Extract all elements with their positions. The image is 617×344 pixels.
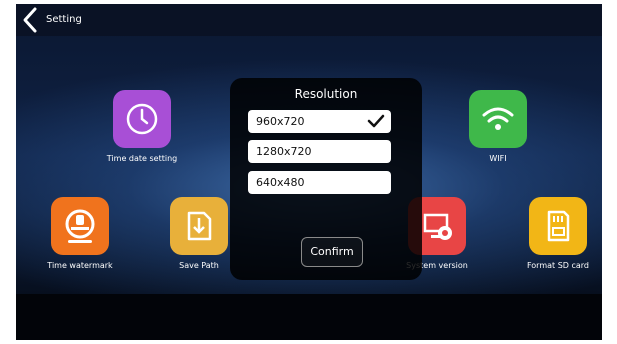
wifi-app[interactable]: WIFI [458, 90, 538, 163]
stamp-icon [65, 209, 95, 243]
wifi-icon [482, 107, 514, 130]
resolution-option-640x480[interactable]: 640x480 [248, 171, 391, 194]
format-sd-card-tile[interactable] [529, 197, 587, 255]
resolution-dialog: Resolution 960x720 1280x720 640x480 Conf… [230, 78, 422, 280]
top-bar: Setting [16, 4, 602, 36]
option-label: 1280x720 [256, 145, 312, 158]
app-label: Time date setting [106, 154, 178, 163]
time-watermark-app[interactable]: Time watermark [40, 197, 120, 270]
app-label: Time watermark [47, 261, 113, 270]
back-button[interactable] [18, 6, 46, 34]
checkmark-icon [367, 114, 385, 128]
app-label: Save Path [179, 261, 219, 270]
confirm-button[interactable]: Confirm [301, 237, 363, 267]
sd-card-icon [547, 210, 570, 242]
wifi-tile[interactable] [469, 90, 527, 148]
clock-icon [126, 103, 158, 135]
option-label: 640x480 [256, 176, 305, 189]
resolution-option-1280x720[interactable]: 1280x720 [248, 140, 391, 163]
app-label: Format SD card [526, 261, 590, 270]
resolution-option-960x720[interactable]: 960x720 [248, 110, 391, 133]
save-path-tile[interactable] [170, 197, 228, 255]
time-date-setting-app[interactable]: Time date setting [102, 90, 182, 163]
dialog-title: Resolution [294, 87, 358, 101]
folder-download-icon [187, 211, 212, 241]
settings-screen: Setting Time date setting WIFI Time wate… [16, 4, 602, 340]
app-label: WIFI [489, 154, 507, 163]
option-label: 960x720 [256, 115, 305, 128]
time-date-setting-tile[interactable] [113, 90, 171, 148]
time-watermark-tile[interactable] [51, 197, 109, 255]
chevron-left-icon [23, 7, 37, 33]
save-path-app[interactable]: Save Path [159, 197, 239, 270]
format-sd-card-app[interactable]: Format SD card [518, 197, 598, 270]
page-title: Setting [46, 14, 82, 25]
bottom-bar [16, 294, 602, 340]
